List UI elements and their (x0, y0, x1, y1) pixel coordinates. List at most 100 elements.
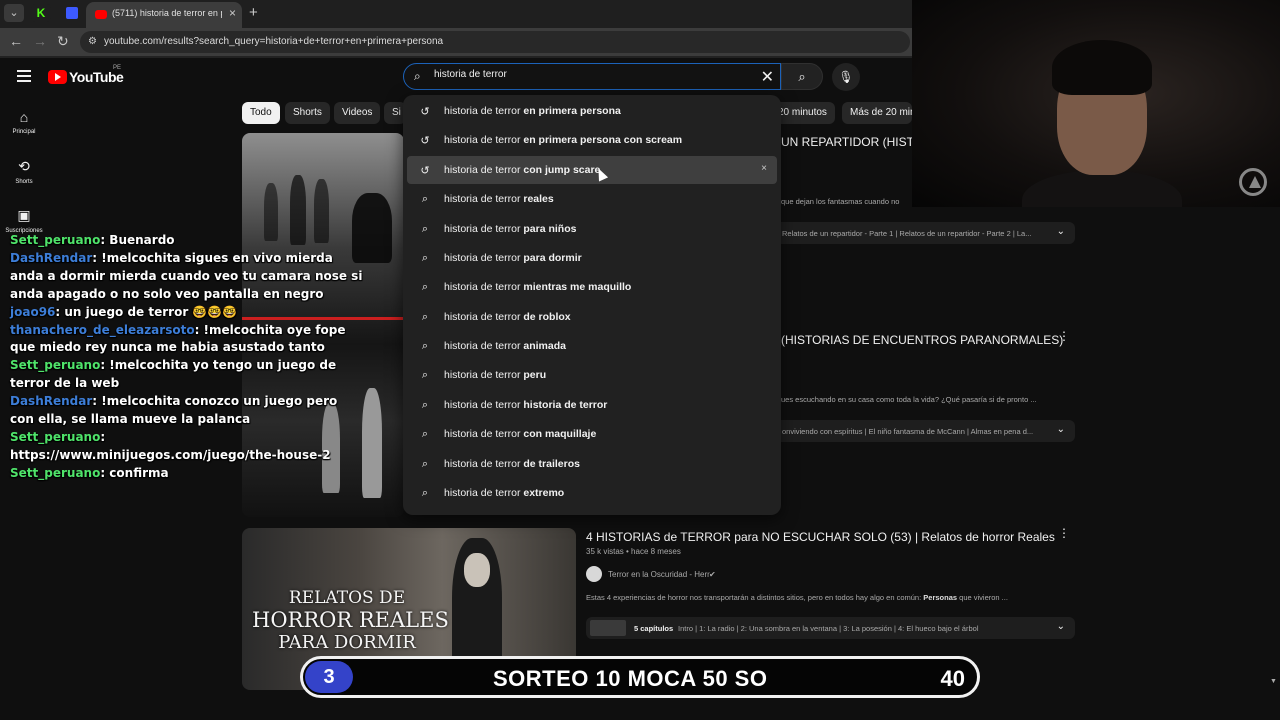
suggestion-item[interactable]: ⌕ historia de terror mientras me maquillo (407, 273, 777, 301)
suggestion-item[interactable]: ↺ historia de terror con jump scare × (407, 156, 777, 184)
video-description: Estas 4 experiencias de horror nos trans… (586, 593, 1008, 602)
suggestion-completion: peru (520, 369, 547, 381)
pinned-tab-app[interactable] (62, 4, 82, 22)
chapters-bar[interactable]: Relatos de un repartidor - Parte 1 | Rel… (772, 222, 1075, 244)
watermark-logo-icon (1239, 168, 1267, 196)
search-input[interactable] (434, 69, 734, 80)
chat-text: https://www.minijuegos.com/juego/the-hou… (10, 447, 331, 462)
chat-message: anda apagado o no solo veo pantalla en n… (10, 286, 410, 304)
remove-suggestion-icon[interactable]: × (761, 163, 767, 174)
pinned-tab-kick[interactable]: K (31, 4, 51, 22)
suggestion-item[interactable]: ⌕ historia de terror reales (407, 185, 777, 213)
chat-text: : Buenardo (100, 233, 175, 247)
chat-username: Sett_peruano (10, 465, 101, 480)
suggestion-base: historia de terror (444, 428, 521, 440)
suggestion-item[interactable]: ⌕ historia de terror para niños (407, 215, 777, 243)
suggestion-item[interactable]: ⌕ historia de terror animada (407, 332, 777, 360)
chip-20-minutes[interactable]: 20 minutos (772, 102, 835, 124)
suggestion-item[interactable]: ⌕ historia de terror de traileros (407, 450, 777, 478)
channel-avatar[interactable] (586, 566, 602, 582)
thumbnail-text: HORROR REALES (252, 608, 449, 632)
search-icon: ⌕ (421, 223, 429, 235)
guide-label: Shorts (15, 179, 33, 185)
site-info-icon[interactable]: ⚙ (88, 36, 97, 47)
verified-icon: ✔ (709, 570, 716, 579)
suggestion-item[interactable]: ⌕ historia de terror historia de terror (407, 391, 777, 419)
voice-search-button[interactable]: 🎙 (832, 63, 860, 91)
forward-icon[interactable]: → (33, 33, 47, 49)
chat-text: : confirma (100, 465, 169, 480)
chapters-text: Intro | 1: La radio | 2: Una sombra en l… (678, 624, 979, 633)
youtube-play-icon (48, 70, 67, 84)
search-button[interactable]: ⌕ (781, 63, 823, 90)
browser-toolbar: ← → ↻ ⚙ youtube.com/results?search_query… (0, 28, 912, 56)
tab-search-button[interactable]: ⌄ (4, 4, 24, 22)
suggestion-completion: con jump scare (520, 164, 601, 176)
chip-all[interactable]: Todo (242, 102, 280, 124)
chat-text: anda a dormir mierda cuando veo tu camar… (10, 268, 363, 283)
reload-icon[interactable]: ↻ (57, 33, 69, 50)
menu-icon[interactable] (17, 70, 31, 85)
chapters-bar[interactable]: 5 capítulos Intro | 1: La radio | 2: Una… (586, 617, 1075, 639)
chapters-bar[interactable]: onviviendo con espíritus | El niño fanta… (772, 420, 1075, 442)
active-tab[interactable]: (5711) historia de terror en primera per… (86, 2, 242, 28)
tab-close-icon[interactable]: × (229, 6, 236, 20)
suggestion-completion: reales (520, 193, 554, 205)
chat-message: https://www.minijuegos.com/juego/the-hou… (10, 447, 410, 465)
suggestion-completion: para niños (520, 223, 577, 235)
chapters-count: 5 capítulos (634, 624, 674, 633)
chip-shorts[interactable]: Shorts (285, 102, 330, 124)
video-title[interactable]: UN REPARTIDOR (HISTOR (781, 135, 932, 149)
chat-text: anda apagado o no solo veo pantalla en n… (10, 286, 324, 301)
guide-item-shorts[interactable]: ⟲ Shorts (0, 158, 48, 185)
suggestion-completion: extremo (520, 487, 565, 499)
suggestion-base: historia de terror (444, 134, 521, 146)
chat-message: Sett_peruano: Buenardo (10, 232, 410, 250)
channel-name[interactable]: Terror en la Oscuridad - Herr (608, 570, 710, 579)
subscriptions-icon: ▣ (17, 207, 31, 223)
chat-username: Sett_peruano (10, 358, 101, 373)
video-title[interactable]: (HISTORIAS DE ENCUENTROS PARANORMALES) (781, 333, 1063, 347)
history-icon: ↺ (420, 165, 430, 177)
chat-message: Sett_peruano: confirma (10, 465, 410, 483)
raffle-count: 40 (940, 666, 965, 691)
app-icon (66, 7, 78, 19)
suggestion-item[interactable]: ⌕ historia de terror peru (407, 361, 777, 389)
suggestion-item[interactable]: ↺ historia de terror en primera persona (407, 97, 777, 125)
suggestion-base: historia de terror (444, 281, 521, 293)
guide-item-home[interactable]: ⌂ Principal (0, 109, 48, 135)
suggestion-item[interactable]: ↺ historia de terror en primera persona c… (407, 126, 777, 154)
search-box[interactable]: ⌕ ✕ (403, 63, 781, 90)
video-title[interactable]: 4 HISTORIAS de TERROR para NO ESCUCHAR S… (586, 530, 1055, 544)
search-icon: ⌕ (421, 340, 429, 352)
more-options-icon[interactable]: ⋮ (1058, 329, 1070, 343)
suggestion-item[interactable]: ⌕ historia de terror con maquillaje (407, 420, 777, 448)
raffle-banner: 3 SORTEO 10 MOCA 50 SO 40 (300, 656, 980, 698)
address-bar[interactable]: ⚙ youtube.com/results?search_query=histo… (80, 31, 910, 53)
suggestion-item[interactable]: ⌕ historia de terror para dormir (407, 244, 777, 272)
clear-search-icon[interactable]: ✕ (761, 67, 774, 87)
chapters-text: onviviendo con espíritus | El niño fanta… (782, 427, 1034, 436)
suggestion-completion: en primera persona (520, 105, 621, 117)
suggestion-item[interactable]: ⌕ historia de terror de roblox (407, 303, 777, 331)
chip-videos[interactable]: Videos (334, 102, 381, 124)
new-tab-button[interactable]: + (249, 4, 258, 21)
suggestion-item[interactable]: ⌕ historia de terror extremo (407, 479, 777, 507)
guide-item-subscriptions[interactable]: ▣ Suscripciones (0, 207, 48, 234)
chat-username: joao96 (10, 304, 56, 319)
chat-text: : !melcochita yo tengo un juego de (100, 358, 337, 373)
chat-text: terror de la web (10, 376, 120, 391)
search-icon: ⌕ (421, 252, 429, 264)
chat-text: : !melcochita sigues en vivo mierda (92, 250, 333, 265)
search-icon: ⌕ (414, 69, 421, 83)
suggestion-base: historia de terror (444, 311, 521, 323)
chip-over-20-minutes[interactable]: Más de 20 min (842, 102, 912, 124)
back-icon[interactable]: ← (9, 33, 23, 49)
chat-text: : un juego de terror 🤓🤓🤓 (55, 304, 238, 319)
shorts-icon: ⟲ (18, 158, 30, 174)
youtube-favicon-icon (95, 10, 107, 19)
more-options-icon[interactable]: ⋮ (1058, 526, 1070, 540)
search-icon: ⌕ (421, 428, 429, 440)
scrollbar-down-icon[interactable]: ▼ (1270, 678, 1277, 685)
chat-message: joao96: un juego de terror 🤓🤓🤓 (10, 304, 410, 322)
